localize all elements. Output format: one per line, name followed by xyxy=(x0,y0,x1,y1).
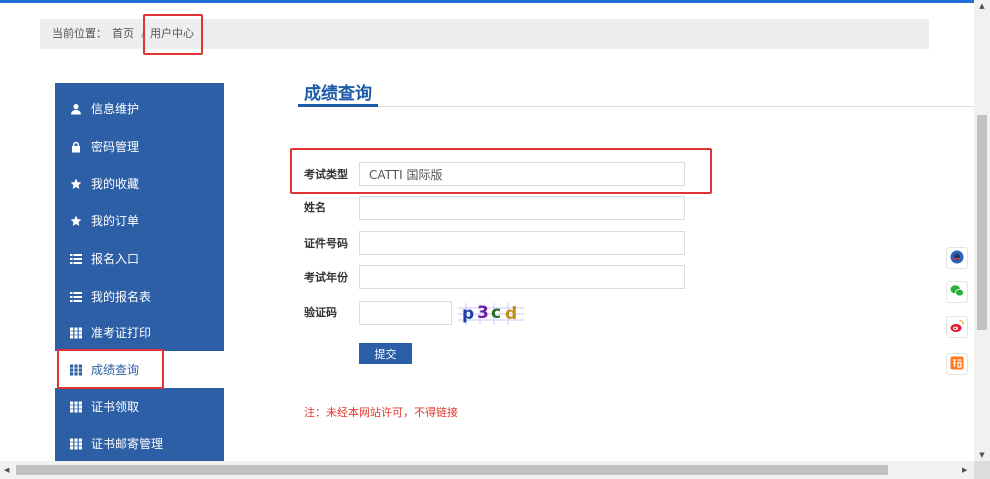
sidebar-item-label: 我的报名表 xyxy=(91,290,152,304)
taobao-float-button[interactable] xyxy=(946,353,968,375)
svg-text:d: d xyxy=(505,304,517,324)
title-divider xyxy=(298,106,974,107)
exam-type-field[interactable] xyxy=(359,162,685,186)
captcha-label: 验证码 xyxy=(304,306,337,319)
sidebar-item-favorites[interactable]: 我的收藏 xyxy=(55,165,224,202)
sidebar-item-certificate-collect[interactable]: 证书领取 xyxy=(55,388,224,425)
sidebar: 信息维护 密码管理 我的收藏 我的订单 报名入口 我的报名表 准考证打印 成绩查… xyxy=(55,83,224,461)
wechat-icon xyxy=(950,283,964,302)
sidebar-item-label: 我的收藏 xyxy=(91,177,140,191)
scroll-down-arrow-icon[interactable]: ▼ xyxy=(978,451,986,459)
list-icon xyxy=(69,290,83,304)
sidebar-item-orders[interactable]: 我的订单 xyxy=(55,202,224,239)
wechat-float-button[interactable] xyxy=(946,281,968,303)
scrollbar-corner xyxy=(974,461,990,479)
sidebar-item-label: 证书邮寄管理 xyxy=(91,437,164,451)
svg-text:c: c xyxy=(491,303,501,323)
svg-text:p: p xyxy=(462,304,474,324)
vertical-scrollbar[interactable]: ▲ ▼ xyxy=(974,0,990,461)
exam-year-field[interactable] xyxy=(359,265,685,289)
sidebar-item-label: 成绩查询 xyxy=(91,363,140,377)
sidebar-item-label: 报名入口 xyxy=(91,252,140,266)
horizontal-scroll-thumb[interactable] xyxy=(16,465,888,475)
title-underline xyxy=(298,104,378,107)
sidebar-item-password[interactable]: 密码管理 xyxy=(55,128,224,165)
copyright-note: 注：未经本网站许可，不得链接 xyxy=(304,406,458,419)
id-number-label: 证件号码 xyxy=(304,237,348,250)
scroll-left-arrow-icon[interactable]: ◀ xyxy=(4,466,9,474)
sidebar-item-registration[interactable]: 报名入口 xyxy=(55,240,224,277)
grid-icon xyxy=(69,363,83,377)
grid-icon xyxy=(69,400,83,414)
captcha-field[interactable] xyxy=(359,301,452,325)
sidebar-item-label: 密码管理 xyxy=(91,140,140,154)
breadcrumb: 当前位置： 首页 / 用户中心 xyxy=(40,19,929,49)
scroll-right-arrow-icon[interactable]: ▶ xyxy=(962,466,967,474)
submit-button[interactable]: 提交 xyxy=(359,343,412,364)
sidebar-item-label: 信息维护 xyxy=(91,102,140,116)
grid-icon xyxy=(69,437,83,451)
breadcrumb-separator: / xyxy=(141,27,145,40)
star-icon xyxy=(69,214,83,228)
weibo-icon xyxy=(950,318,964,337)
qq-icon xyxy=(950,249,964,268)
sidebar-item-label: 证书领取 xyxy=(91,400,140,414)
breadcrumb-label: 当前位置： xyxy=(52,27,107,40)
user-icon xyxy=(69,102,83,116)
list-icon xyxy=(69,252,83,266)
exam-year-label: 考试年份 xyxy=(304,271,348,284)
star-icon xyxy=(69,177,83,191)
qq-float-button[interactable] xyxy=(946,247,968,269)
grid-icon xyxy=(69,326,83,340)
vertical-scroll-thumb[interactable] xyxy=(977,115,987,330)
sidebar-item-label: 准考证打印 xyxy=(91,326,152,340)
lock-icon xyxy=(69,140,83,154)
sidebar-item-info[interactable]: 信息维护 xyxy=(55,90,224,127)
breadcrumb-current[interactable]: 用户中心 xyxy=(150,19,194,49)
captcha-image[interactable]: p 3 c d xyxy=(458,303,524,325)
sidebar-item-label: 我的订单 xyxy=(91,214,140,228)
exam-type-label: 考试类型 xyxy=(304,168,348,181)
sidebar-item-admission-ticket[interactable]: 准考证打印 xyxy=(55,314,224,351)
weibo-float-button[interactable] xyxy=(946,316,968,338)
svg-text:3: 3 xyxy=(477,303,489,323)
name-label: 姓名 xyxy=(304,201,326,214)
page-title: 成绩查询 xyxy=(304,84,372,104)
id-number-field[interactable] xyxy=(359,231,685,255)
breadcrumb-home-link[interactable]: 首页 xyxy=(112,19,134,49)
sidebar-item-certificate-mail[interactable]: 证书邮寄管理 xyxy=(55,425,224,461)
sidebar-item-score-query[interactable]: 成绩查询 xyxy=(55,351,224,388)
name-field[interactable] xyxy=(359,196,685,220)
taobao-icon xyxy=(950,355,964,374)
scroll-up-arrow-icon[interactable]: ▲ xyxy=(978,2,986,10)
horizontal-scrollbar[interactable]: ◀ ▶ xyxy=(0,461,974,479)
page-content: 当前位置： 首页 / 用户中心 信息维护 密码管理 我的收藏 我的订单 报名入口… xyxy=(0,3,974,461)
sidebar-item-my-forms[interactable]: 我的报名表 xyxy=(55,278,224,315)
